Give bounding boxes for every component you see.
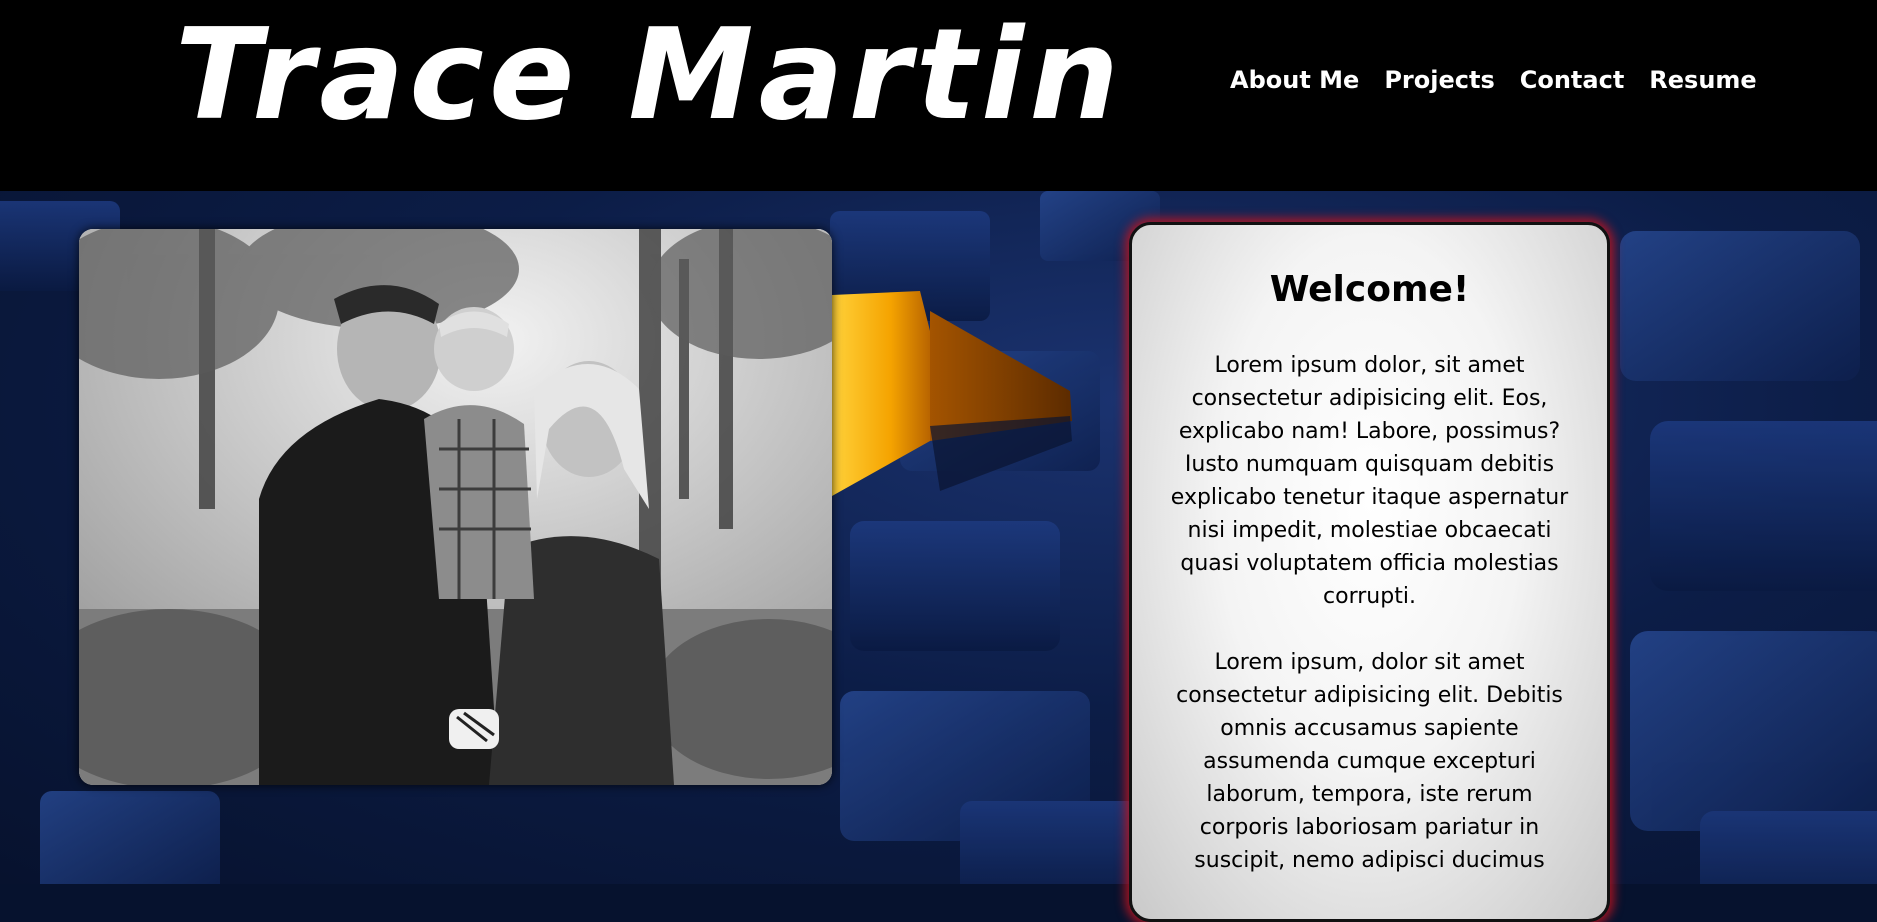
nav-link-resume[interactable]: Resume [1649, 66, 1756, 94]
nav-link-about-me[interactable]: About Me [1230, 66, 1359, 94]
welcome-card: Welcome! Lorem ipsum dolor, sit amet con… [1129, 222, 1610, 922]
welcome-paragraph-1: Lorem ipsum dolor, sit amet consectetur … [1170, 353, 1569, 609]
main-nav: About Me Projects Contact Resume [1230, 66, 1757, 94]
welcome-heading: Welcome! [1269, 269, 1470, 310]
family-photo-image [79, 229, 832, 785]
family-photo [79, 229, 832, 785]
nav-link-projects[interactable]: Projects [1384, 66, 1494, 94]
nav-link-contact[interactable]: Contact [1520, 66, 1625, 94]
welcome-paragraph-2: Lorem ipsum, dolor sit amet consectetur … [1176, 650, 1563, 873]
site-header: Trace Martin About Me Projects Contact R… [0, 0, 1877, 191]
site-title[interactable]: Trace Martin [175, 0, 1124, 150]
